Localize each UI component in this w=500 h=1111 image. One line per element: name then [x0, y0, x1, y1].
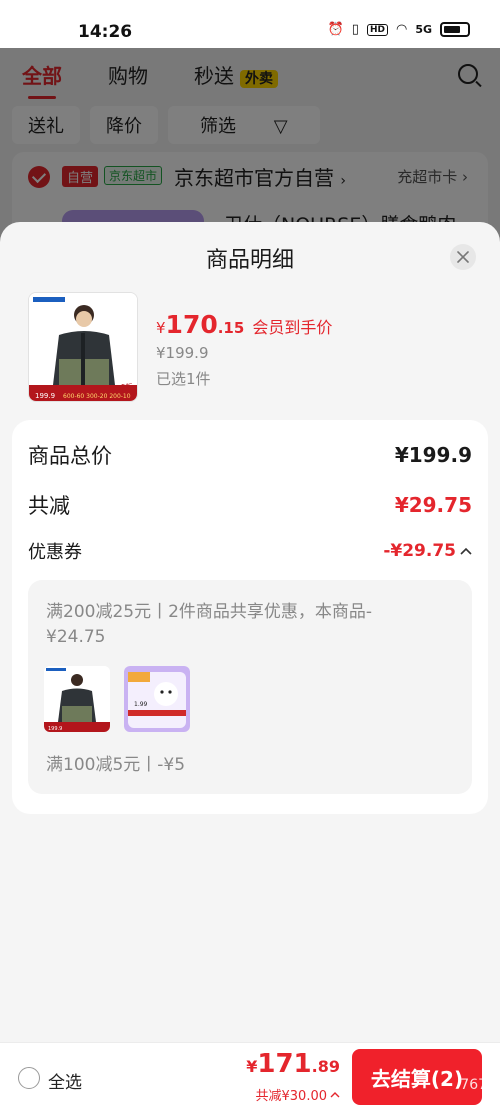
discount-label: 共减 — [28, 494, 70, 518]
coupon-product-petfood[interactable]: 1.99 — [124, 666, 190, 732]
watermark: 767tt — [460, 1077, 498, 1093]
coupon-label: 优惠券 — [28, 542, 82, 563]
saved-amount[interactable]: 共减¥30.00 — [256, 1085, 341, 1104]
product-detail-sheet: 商品明细 199.9 600-60 300-20 200-10 5折 ¥ 170… — [0, 222, 500, 1042]
chevron-up-icon — [460, 547, 472, 555]
mini-price-1: 199.9 — [48, 726, 62, 732]
total-row: 商品总价 ¥199.9 — [28, 440, 472, 470]
vibrate-icon: ▯ — [351, 22, 359, 37]
thumb-sticker: 5折 — [121, 382, 132, 391]
battery-icon — [440, 22, 470, 37]
price-tag: 会员到手价 — [252, 318, 333, 337]
product-thumbnail[interactable]: 199.9 600-60 300-20 200-10 5折 — [28, 292, 138, 402]
coupon-detail-box: 满200减25元丨2件商品共享优惠，本商品-¥24.75 199.9 1.99 … — [28, 580, 472, 794]
coupon-product-images: 199.9 1.99 — [44, 666, 190, 732]
selected-count: 已选1件 — [156, 370, 211, 388]
total-label: 商品总价 — [28, 444, 112, 468]
price-decimal: .15 — [217, 319, 245, 337]
wifi-icon: ◠ — [395, 22, 408, 37]
discount-row: 共减 ¥29.75 — [28, 490, 472, 520]
coupon-product-jacket[interactable]: 199.9 — [44, 666, 110, 732]
original-price: ¥199.9 — [156, 344, 209, 362]
coupon-detail-2: 满100减5元丨-¥5 — [46, 755, 186, 775]
status-icons: ⏰ ▯ HD ◠ 5G — [328, 22, 470, 37]
jacket-mini-image: 199.9 — [44, 666, 110, 732]
close-button[interactable] — [450, 244, 476, 270]
status-time: 14:26 — [78, 22, 133, 42]
alarm-icon: ⏰ — [327, 22, 344, 37]
discount-value: ¥29.75 — [394, 493, 472, 517]
price-summary-card: 商品总价 ¥199.9 共减 ¥29.75 优惠券 -¥29.75 满200减2… — [12, 420, 488, 814]
jacket-image: 199.9 600-60 300-20 200-10 5折 — [29, 293, 137, 401]
mini-price-2: 1.99 — [134, 701, 148, 708]
total-currency: ¥ — [246, 1057, 258, 1076]
signal-icon: 5G — [415, 23, 432, 36]
total-decimal: .89 — [311, 1057, 340, 1076]
saved-label: 共减¥30.00 — [255, 1089, 328, 1104]
close-icon — [457, 251, 469, 263]
coupon-row[interactable]: 优惠券 -¥29.75 — [28, 538, 472, 564]
sheet-title: 商品明细 — [205, 248, 294, 273]
coupon-detail-1: 满200减25元丨2件商品共享优惠，本商品-¥24.75 — [46, 602, 373, 647]
status-bar: 14:26 ⏰ ▯ HD ◠ 5G — [0, 0, 500, 48]
total-integer: 171 — [257, 1049, 312, 1079]
grand-total: ¥ 171 .89 — [246, 1049, 340, 1079]
hd-icon: HD — [366, 23, 388, 36]
total-value: ¥199.9 — [394, 443, 472, 467]
currency-symbol: ¥ — [156, 319, 166, 337]
coupon-value: -¥29.75 — [383, 541, 456, 561]
thumb-price: 199.9 — [35, 392, 55, 400]
select-all-checkbox[interactable] — [18, 1067, 40, 1089]
petfood-mini-image: 1.99 — [124, 666, 190, 732]
chevron-up-icon — [330, 1092, 340, 1098]
product-item: 199.9 600-60 300-20 200-10 5折 ¥ 170 .15 … — [28, 292, 468, 404]
thumb-promo: 600-60 300-20 200-10 — [63, 393, 131, 400]
price-integer: 170 — [165, 310, 218, 339]
select-all-label[interactable]: 全选 — [48, 1068, 82, 1093]
coupon-value-wrap: -¥29.75 — [383, 541, 472, 561]
checkout-bar: 全选 ¥ 171 .89 共减¥30.00 去结算(2) 767tt — [0, 1042, 500, 1111]
member-price: ¥ 170 .15 会员到手价 — [156, 310, 332, 339]
